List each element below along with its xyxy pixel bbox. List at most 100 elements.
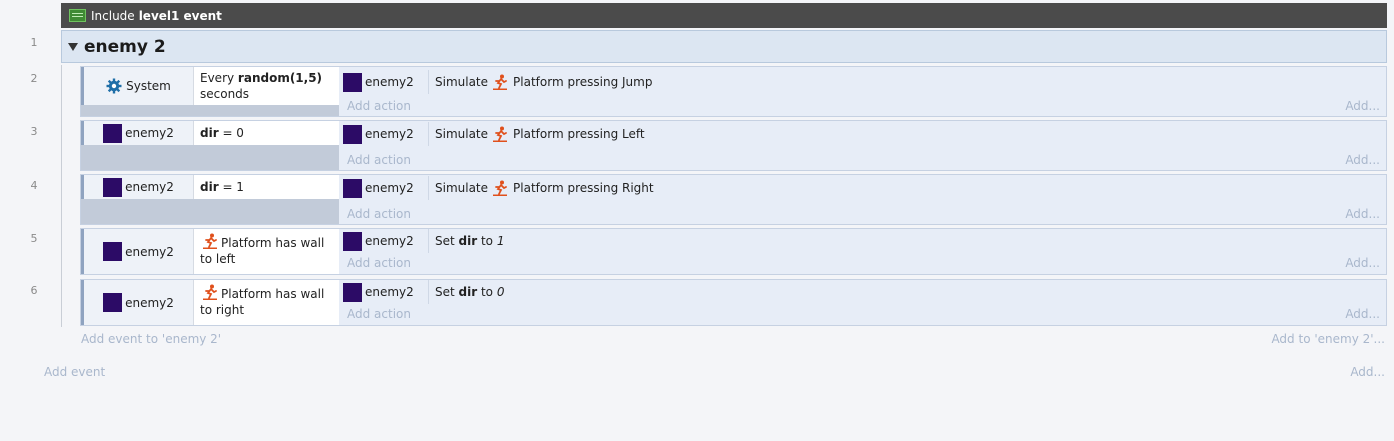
group-header[interactable]: enemy 2 bbox=[61, 30, 1387, 63]
condition-object[interactable]: enemy2 bbox=[84, 229, 194, 274]
line-number: 2 bbox=[30, 72, 38, 85]
action-text-post: Platform pressing Right bbox=[513, 181, 654, 195]
line-number: 3 bbox=[30, 125, 38, 138]
condition-text[interactable]: dir = 0 bbox=[194, 121, 339, 145]
condition[interactable]: enemy2 dir = 1 bbox=[81, 175, 339, 199]
action-param: dir bbox=[458, 285, 478, 299]
line-number: 6 bbox=[30, 284, 38, 297]
add-more-link[interactable]: Add... bbox=[1345, 99, 1380, 113]
add-action-link[interactable]: Add action bbox=[347, 153, 411, 167]
add-action-link[interactable]: Add action bbox=[347, 207, 411, 221]
action-text[interactable]: Set dir to 0 bbox=[429, 285, 504, 299]
action-object[interactable]: enemy2 bbox=[339, 176, 429, 200]
action[interactable]: enemy2 Simulate Platform pressing Left bbox=[339, 122, 1386, 146]
condition[interactable]: enemy2 Platform has wall to left bbox=[81, 229, 339, 274]
condition-object[interactable]: enemy2 bbox=[84, 175, 194, 199]
action-text-post: Platform pressing Jump bbox=[513, 75, 653, 89]
condition-object[interactable]: enemy2 bbox=[84, 121, 194, 145]
object-icon bbox=[103, 242, 123, 261]
condition-text-pre: Every bbox=[200, 71, 238, 85]
condition-text-post: = 1 bbox=[218, 180, 244, 194]
condition-object-name: enemy2 bbox=[125, 126, 174, 140]
condition-text-label: Platform has wall to right bbox=[200, 287, 325, 317]
object-icon bbox=[103, 123, 123, 143]
add-more-link[interactable]: Add... bbox=[1345, 153, 1380, 167]
condition-object-name: System bbox=[126, 79, 171, 93]
add-more-link[interactable]: Add... bbox=[1345, 307, 1380, 321]
object-icon bbox=[103, 177, 123, 197]
condition-param: random(1,5) bbox=[237, 71, 323, 85]
action-text[interactable]: Simulate Platform pressing Jump bbox=[429, 74, 652, 90]
add-more-link[interactable]: Add... bbox=[1345, 256, 1380, 270]
add-action-link[interactable]: Add action bbox=[347, 99, 411, 113]
add-more-link[interactable]: Add... bbox=[1350, 365, 1385, 379]
action-object-name: enemy2 bbox=[365, 75, 414, 89]
platform-behavior-icon bbox=[203, 233, 217, 249]
group-indent-bar bbox=[61, 65, 62, 327]
action-object[interactable]: enemy2 bbox=[339, 280, 429, 304]
gear-icon bbox=[106, 78, 122, 94]
include-sheet-name: level1 event bbox=[138, 8, 222, 23]
add-action-link[interactable]: Add action bbox=[347, 256, 411, 270]
add-event-to-group-link[interactable]: Add event to 'enemy 2' bbox=[81, 332, 221, 346]
event-row[interactable]: enemy2 Platform has wall to left enemy2 … bbox=[80, 228, 1387, 275]
condition-object[interactable]: enemy2 bbox=[84, 280, 194, 325]
event-row[interactable]: enemy2 dir = 0 enemy2 Simulate Platform … bbox=[80, 120, 1387, 171]
action-value: 1 bbox=[496, 234, 505, 248]
action-text-pre: Set bbox=[435, 234, 459, 248]
add-action-link[interactable]: Add action bbox=[347, 307, 411, 321]
line-number: 4 bbox=[30, 179, 38, 192]
condition-text[interactable]: Platform has wall to right bbox=[194, 280, 339, 325]
action-text-post: Platform pressing Left bbox=[513, 127, 645, 141]
action-object-name: enemy2 bbox=[365, 181, 414, 195]
action[interactable]: enemy2 Set dir to 0 bbox=[339, 280, 1386, 304]
collapse-triangle-icon[interactable] bbox=[68, 42, 78, 51]
group-name: enemy 2 bbox=[84, 36, 166, 57]
platform-behavior-icon bbox=[493, 180, 508, 196]
add-event-link[interactable]: Add event bbox=[44, 365, 105, 379]
action-object-name: enemy2 bbox=[365, 285, 414, 299]
action[interactable]: enemy2 Set dir to 1 bbox=[339, 229, 1386, 253]
condition[interactable]: enemy2 dir = 0 bbox=[81, 121, 339, 145]
action-object[interactable]: enemy2 bbox=[339, 70, 429, 94]
platform-behavior-icon bbox=[203, 284, 217, 300]
condition[interactable]: System Every random(1,5) seconds bbox=[81, 67, 339, 105]
action[interactable]: enemy2 Simulate Platform pressing Right bbox=[339, 176, 1386, 200]
action-text-pre: Simulate bbox=[435, 127, 489, 141]
action-param: dir bbox=[458, 234, 478, 248]
include-event-bar[interactable]: Include level1 event bbox=[61, 3, 1387, 28]
condition-text-label: Platform has wall to left bbox=[200, 236, 325, 266]
action[interactable]: enemy2 Simulate Platform pressing Jump bbox=[339, 70, 1386, 94]
action-text[interactable]: Simulate Platform pressing Left bbox=[429, 126, 645, 142]
condition-object-name: enemy2 bbox=[125, 295, 174, 310]
condition-object-name: enemy2 bbox=[125, 244, 174, 259]
line-number: 1 bbox=[30, 36, 38, 49]
action-text-pre: Set bbox=[435, 285, 459, 299]
action-text-pre: Simulate bbox=[435, 181, 489, 195]
action-object[interactable]: enemy2 bbox=[339, 229, 429, 253]
condition-param: dir bbox=[200, 180, 219, 194]
condition[interactable]: enemy2 Platform has wall to right bbox=[81, 280, 339, 325]
condition-text-post: = 0 bbox=[218, 126, 244, 140]
event-row[interactable]: enemy2 Platform has wall to right enemy2… bbox=[80, 279, 1387, 326]
add-to-group-link[interactable]: Add to 'enemy 2'... bbox=[1271, 332, 1385, 346]
condition-text[interactable]: Platform has wall to left bbox=[194, 229, 339, 274]
object-icon bbox=[343, 178, 362, 198]
action-text[interactable]: Set dir to 1 bbox=[429, 234, 504, 248]
add-more-link[interactable]: Add... bbox=[1345, 207, 1380, 221]
object-icon bbox=[343, 124, 362, 144]
action-object-name: enemy2 bbox=[365, 234, 414, 248]
action-text-mid: to bbox=[477, 285, 497, 299]
action-object-name: enemy2 bbox=[365, 127, 414, 141]
condition-text[interactable]: Every random(1,5) seconds bbox=[194, 67, 339, 105]
include-icon bbox=[69, 9, 86, 22]
event-row[interactable]: System Every random(1,5) seconds enemy2 … bbox=[80, 66, 1387, 117]
event-row[interactable]: enemy2 dir = 1 enemy2 Simulate Platform … bbox=[80, 174, 1387, 225]
action-object[interactable]: enemy2 bbox=[339, 122, 429, 146]
platform-behavior-icon bbox=[493, 74, 508, 90]
condition-object[interactable]: System bbox=[84, 67, 194, 105]
action-text[interactable]: Simulate Platform pressing Right bbox=[429, 180, 654, 196]
object-icon bbox=[343, 231, 362, 251]
condition-text[interactable]: dir = 1 bbox=[194, 175, 339, 199]
condition-object-name: enemy2 bbox=[125, 180, 174, 194]
